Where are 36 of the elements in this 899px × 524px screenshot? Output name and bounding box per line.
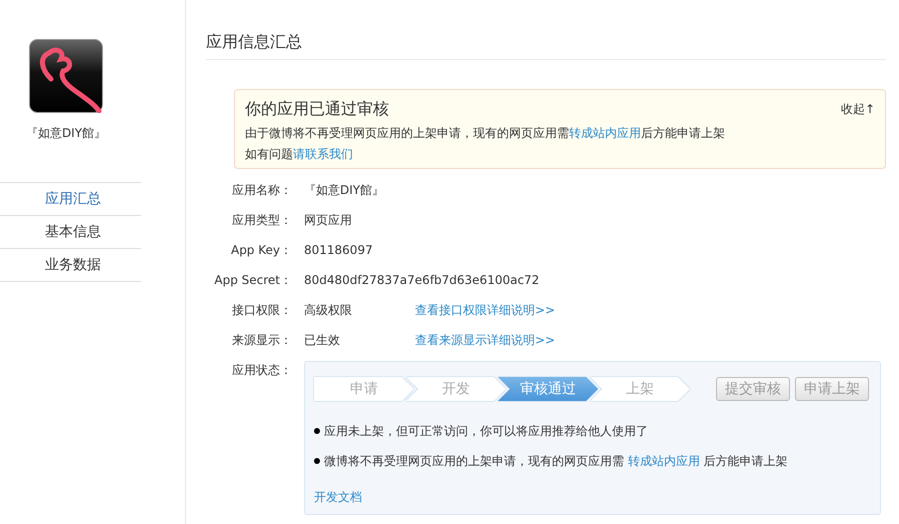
field-value: 801186097 xyxy=(304,242,374,259)
field-value: 80d480df27837a7e6fb7d63e6100ac72 xyxy=(304,272,540,289)
link[interactable]: 查看接口权限详细说明>> xyxy=(415,301,556,331)
link[interactable]: 查看来源显示详细说明>> xyxy=(415,331,556,361)
status-text: 微博将不再受理网页应用的上架申请，现有的网页应用需 转成站内应用 后方能申请上架 xyxy=(324,453,788,469)
sidebar-item[interactable]: 应用汇总 xyxy=(0,183,141,216)
progress-step: 开发 xyxy=(406,377,506,401)
field-label: 接口权限： xyxy=(231,302,292,319)
notice-title: 你的应用已通过审核 xyxy=(245,99,389,120)
link[interactable]: 转成站内应用 xyxy=(569,126,641,140)
progress-step: 申请 xyxy=(314,377,414,401)
field-label: App Key： xyxy=(230,242,292,259)
notice-text: 如有问题请联系我们 xyxy=(245,146,354,162)
bullet-icon xyxy=(314,458,320,464)
collapse-link[interactable]: 收起↑ xyxy=(840,101,875,118)
field-value: 高级权限 xyxy=(304,302,353,319)
progress-step: 上架 xyxy=(590,377,690,401)
link[interactable]: 开发文档 xyxy=(314,489,362,506)
page-title: 应用信息汇总 xyxy=(206,32,886,60)
notice-text: 由于微博将不再受理网页应用的上架申请，现有的网页应用需转成站内应用后方能申请上架 xyxy=(245,125,726,141)
sidebar-item[interactable]: 业务数据 xyxy=(0,249,141,282)
field-value: 『如意DIY館』 xyxy=(304,182,386,199)
field-label: 来源显示： xyxy=(231,332,292,349)
progress-step: 审核通过 xyxy=(498,377,598,401)
status-text: 应用未上架，但可正常访问，你可以将应用推荐给他人使用了 xyxy=(324,423,648,439)
bullet-icon xyxy=(314,428,320,434)
field-label: 应用状态： xyxy=(231,362,292,379)
field-value: 已生效 xyxy=(304,332,341,349)
field-label: 应用类型： xyxy=(231,212,292,229)
sidebar-item[interactable]: 基本信息 xyxy=(0,216,141,249)
field-label: App Secret： xyxy=(213,272,292,289)
field-label: 应用名称： xyxy=(231,182,292,199)
link[interactable]: 转成站内应用 xyxy=(628,454,700,468)
link[interactable]: 请联系我们 xyxy=(293,147,353,161)
app-name: 『如意DIY館』 xyxy=(24,125,108,142)
field-value: 网页应用 xyxy=(304,212,353,229)
